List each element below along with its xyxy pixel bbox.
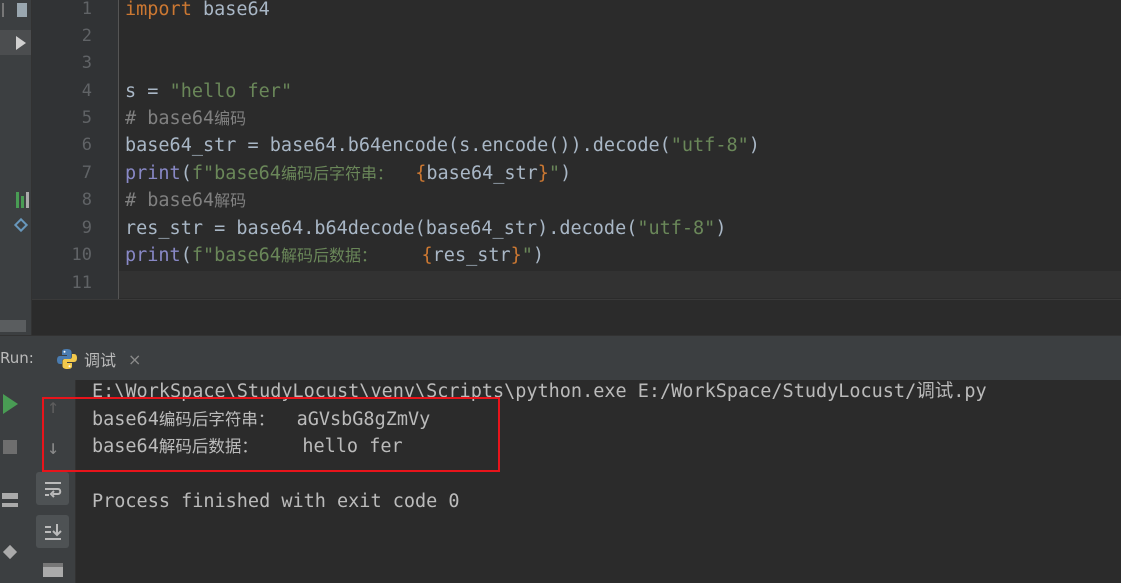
scroll-to-end-button[interactable] (36, 515, 69, 548)
run-toolbar (0, 380, 31, 583)
pin-icon (2, 544, 18, 560)
code-text: ) (532, 245, 545, 266)
line-number: 6 (81, 135, 92, 155)
close-tab-icon[interactable]: × (128, 350, 141, 369)
code-line-8: # base64解码 (125, 187, 246, 214)
file-icon[interactable] (17, 3, 27, 17)
structure-bars-icon[interactable] (16, 192, 30, 208)
layout-icon (2, 493, 18, 507)
scrollbar[interactable] (0, 320, 26, 332)
fstring-variable: res_str (432, 245, 511, 266)
expand-arrow-icon[interactable] (0, 30, 31, 55)
line-number: 3 (81, 53, 92, 73)
debug-tool-icon[interactable] (13, 217, 30, 236)
line-number: 5 (81, 108, 92, 128)
line-number: 9 (81, 218, 92, 238)
code-line-7: print(f"base64编码后字符串： {base64_str}") (125, 160, 571, 187)
code-text: ( (180, 245, 192, 266)
code-text: s = (125, 81, 170, 102)
code-text: ) (560, 163, 572, 184)
python-icon (57, 349, 77, 369)
run-tab[interactable]: 调试 × (56, 343, 141, 375)
process-finished-line: Process finished with exit code 0 (92, 491, 460, 512)
string-literal: "utf-8" (670, 135, 749, 156)
stop-icon (3, 440, 17, 454)
stop-button[interactable] (0, 435, 20, 459)
line-number: 2 (81, 26, 92, 46)
run-panel-label: Run: (0, 349, 34, 367)
string-literal: f"base64 (191, 163, 281, 184)
rerun-button[interactable] (0, 392, 20, 416)
fstring-brace: { (421, 245, 433, 266)
comment: # base64 (125, 190, 215, 211)
code-line-9: res_str = base64.b64decode(base64_str).d… (125, 215, 726, 242)
line-number: 4 (81, 81, 92, 101)
soft-wrap-icon (44, 481, 61, 498)
line-number: 8 (81, 190, 92, 210)
code-text: base64 (191, 0, 270, 20)
code-text: res_str = base64.b64decode(base64_str).d… (125, 218, 638, 239)
line-number: 1 (81, 0, 92, 19)
folder-icon[interactable] (2, 3, 14, 17)
keyword: import (125, 0, 192, 20)
fstring-variable: base64_str (426, 163, 538, 184)
soft-wrap-button[interactable] (36, 472, 69, 505)
pin-tab-button[interactable] (0, 540, 20, 564)
code-line-10: print(f"base64解码后数据： {res_str}") (125, 242, 544, 269)
string-literal: " (521, 245, 533, 266)
fstring-brace: } (510, 245, 522, 266)
play-icon (2, 394, 18, 414)
scroll-to-end-icon (44, 523, 62, 540)
comment: # base64 (125, 108, 215, 129)
layout-button[interactable] (0, 488, 20, 512)
string-literal: " (548, 163, 561, 184)
builtin-print: print (125, 163, 181, 184)
code-text: ) (748, 135, 760, 156)
line-number: 10 (71, 245, 92, 265)
run-panel-header (0, 335, 1121, 381)
code-line-5: # base64编码 (125, 105, 246, 132)
code-line-1: import base64 (125, 0, 270, 23)
fstring-brace: } (537, 163, 549, 184)
red-highlight-box (42, 397, 500, 472)
code-text: base64_str = base64.b64encode(s.encode()… (125, 135, 671, 156)
fstring-brace: { (415, 163, 427, 184)
run-tab-label: 调试 (84, 351, 117, 370)
string-literal: "utf-8" (637, 218, 716, 239)
line-number: 7 (81, 163, 92, 183)
comment-cjk: 编码 (214, 109, 247, 128)
code-editor[interactable]: import base64 s = "hello fer" # base64编码… (119, 0, 1121, 299)
print-button[interactable] (37, 558, 69, 582)
string-space (377, 245, 422, 266)
project-tool-strip (0, 0, 32, 335)
line-number-gutter: 1 2 3 4 5 6 7 8 9 10 11 (32, 0, 118, 299)
printer-icon (43, 563, 63, 577)
code-text: ( (180, 163, 192, 184)
comment-cjk: 解码 (214, 191, 247, 210)
code-text: ) (715, 218, 727, 239)
editor-footer (32, 299, 1121, 336)
code-line-6: base64_str = base64.b64encode(s.encode()… (125, 132, 760, 159)
line-number: 11 (71, 273, 92, 293)
string-cjk: 编码后字符串： (280, 164, 393, 183)
string-literal: "hello fer" (169, 81, 293, 102)
string-literal: f"base64 (191, 245, 281, 266)
code-line-4: s = "hello fer" (125, 78, 292, 105)
builtin-print: print (125, 245, 181, 266)
string-cjk: 解码后数据： (280, 246, 377, 265)
string-space (393, 163, 415, 184)
